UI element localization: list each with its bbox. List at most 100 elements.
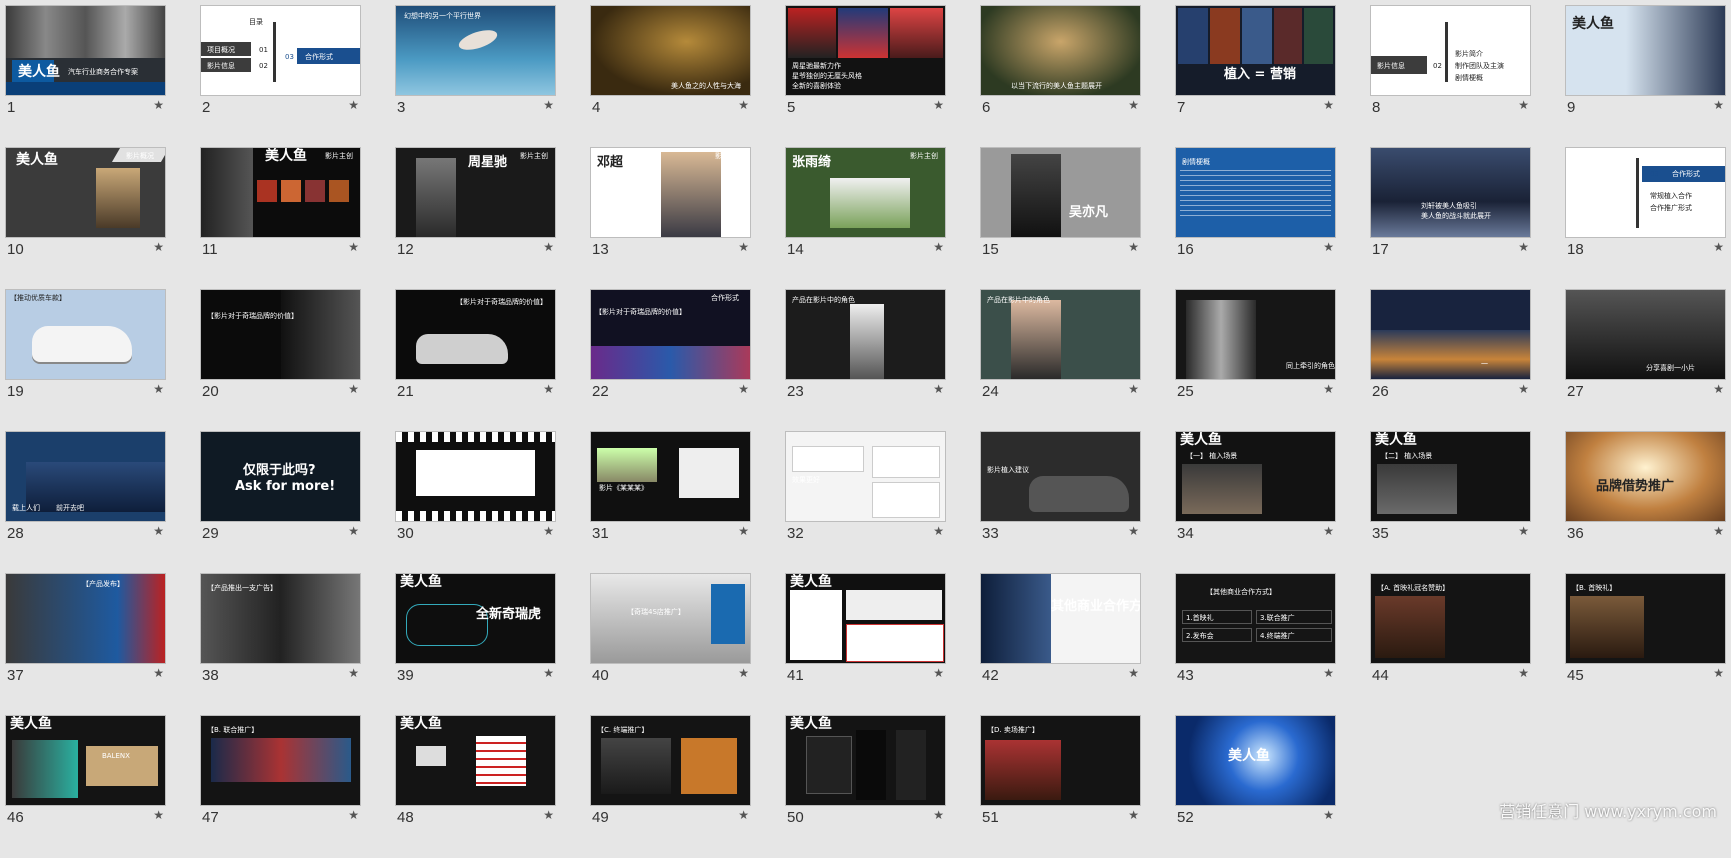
slide-thumbnail[interactable]: 【B. 首映礼】: [1566, 574, 1725, 663]
star-icon[interactable]: ★: [1518, 524, 1529, 538]
star-icon[interactable]: ★: [1323, 382, 1334, 396]
slide-thumbnail[interactable]: 刘轩被美人鱼吸引 美人鱼的战斗就此展开: [1371, 148, 1530, 237]
star-icon[interactable]: ★: [543, 382, 554, 396]
slide-thumbnail[interactable]: 【影片对于奇瑞品牌的价值】 合作形式: [591, 290, 750, 379]
slide-thumbnail[interactable]: 周星驰 影片主创: [396, 148, 555, 237]
star-icon[interactable]: ★: [543, 666, 554, 680]
slide-thumbnail[interactable]: 03 合作形式 常规植入合作 合作推广形式: [1566, 148, 1725, 237]
slide-thumbnail[interactable]: 【其他商业合作方式】 1.首映礼 2.发布会 3.联合推广 4.终端推广: [1176, 574, 1335, 663]
star-icon[interactable]: ★: [1713, 382, 1724, 396]
slide-thumbnail[interactable]: 幻想中的另一个平行世界: [396, 6, 555, 95]
slide-thumbnail[interactable]: 【产品推出一支广告】: [201, 574, 360, 663]
star-icon[interactable]: ★: [348, 98, 359, 112]
slide-thumbnail[interactable]: 产品在影片中的角色: [786, 290, 945, 379]
slide-thumbnail[interactable]: 美人鱼 【二】 植入场景: [1371, 432, 1530, 521]
star-icon[interactable]: ★: [738, 240, 749, 254]
star-icon[interactable]: ★: [738, 666, 749, 680]
star-icon[interactable]: ★: [1323, 524, 1334, 538]
star-icon[interactable]: ★: [348, 808, 359, 822]
slide-thumbnail[interactable]: 影片信息 02 影片简介 制作团队及主演 剧情梗概: [1371, 6, 1530, 95]
slide-thumbnail[interactable]: 【奇瑞4S店推广】: [591, 574, 750, 663]
star-icon[interactable]: ★: [933, 98, 944, 112]
slide-thumbnail[interactable]: 【B. 联合推广】: [201, 716, 360, 805]
slide-thumbnail[interactable]: 【A. 首映礼冠名赞助】: [1371, 574, 1530, 663]
star-icon[interactable]: ★: [153, 240, 164, 254]
slide-thumbnail[interactable]: 目录 项目概况 01 影片信息 02 03 合作形式: [201, 6, 360, 95]
slide-thumbnail[interactable]: 周星驰最新力作 星爷独创的无厘头风格 全新的喜剧体验: [786, 6, 945, 95]
star-icon[interactable]: ★: [348, 666, 359, 680]
star-icon[interactable]: ★: [153, 382, 164, 396]
star-icon[interactable]: ★: [348, 524, 359, 538]
star-icon[interactable]: ★: [348, 382, 359, 396]
star-icon[interactable]: ★: [933, 382, 944, 396]
star-icon[interactable]: ★: [1713, 666, 1724, 680]
star-icon[interactable]: ★: [1713, 98, 1724, 112]
slide-thumbnail[interactable]: 载上人们 前开去吧: [6, 432, 165, 521]
slide-thumbnail[interactable]: 分享喜剧一小片: [1566, 290, 1725, 379]
slide-thumbnail[interactable]: 张雨绮 影片主创: [786, 148, 945, 237]
slide-thumbnail[interactable]: 仅限于此吗? Ask for more!: [201, 432, 360, 521]
slide-thumbnail[interactable]: 【影片对于奇瑞品牌的价值】: [396, 290, 555, 379]
star-icon[interactable]: ★: [738, 382, 749, 396]
star-icon[interactable]: ★: [1713, 240, 1724, 254]
star-icon[interactable]: ★: [1128, 382, 1139, 396]
star-icon[interactable]: ★: [1323, 808, 1334, 822]
star-icon[interactable]: ★: [933, 240, 944, 254]
slide-thumbnail[interactable]: 效果更好: [786, 432, 945, 521]
star-icon[interactable]: ★: [1323, 98, 1334, 112]
slide-thumbnail[interactable]: 同上牵引的角色: [1176, 290, 1335, 379]
star-icon[interactable]: ★: [738, 808, 749, 822]
star-icon[interactable]: ★: [153, 524, 164, 538]
slide-thumbnail[interactable]: 美人鱼 全新奇瑞虎: [396, 574, 555, 663]
star-icon[interactable]: ★: [1128, 808, 1139, 822]
slide-thumbnail[interactable]: 【推动优质车款】: [6, 290, 165, 379]
star-icon[interactable]: ★: [1713, 524, 1724, 538]
slide-thumbnail[interactable]: 邓超 影片主创: [591, 148, 750, 237]
star-icon[interactable]: ★: [1518, 666, 1529, 680]
slide-thumbnail[interactable]: 电影植入式广告: [396, 432, 555, 521]
slide-thumbnail[interactable]: 美人鱼: [786, 716, 945, 805]
slide-thumbnail[interactable]: 美人鱼 汽车行业商务合作专案: [6, 6, 165, 95]
slide-thumbnail[interactable]: 美人鱼之的人性与大海: [591, 6, 750, 95]
star-icon[interactable]: ★: [1128, 666, 1139, 680]
star-icon[interactable]: ★: [543, 524, 554, 538]
slide-thumbnail[interactable]: 品牌借势推广: [1566, 432, 1725, 521]
slide-thumbnail[interactable]: 美人鱼 影片概况: [6, 148, 165, 237]
slide-thumbnail[interactable]: 【产品发布】: [6, 574, 165, 663]
star-icon[interactable]: ★: [933, 808, 944, 822]
star-icon[interactable]: ★: [1518, 382, 1529, 396]
slide-thumbnail[interactable]: 美人鱼: [1566, 6, 1725, 95]
slide-thumbnail[interactable]: 美人鱼 影片主创: [201, 148, 360, 237]
star-icon[interactable]: ★: [543, 808, 554, 822]
slide-thumbnail[interactable]: 美人鱼: [396, 716, 555, 805]
slide-thumbnail[interactable]: 【影片对于奇瑞品牌的价值】: [201, 290, 360, 379]
star-icon[interactable]: ★: [153, 666, 164, 680]
star-icon[interactable]: ★: [1518, 240, 1529, 254]
slide-thumbnail[interactable]: 剧情梗概: [1176, 148, 1335, 237]
slide-thumbnail[interactable]: 一: [1371, 290, 1530, 379]
slide-thumbnail[interactable]: 吴亦凡: [981, 148, 1140, 237]
star-icon[interactable]: ★: [933, 666, 944, 680]
slide-thumbnail[interactable]: 美人鱼: [1176, 716, 1335, 805]
slide-thumbnail[interactable]: 【D. 卖场推广】: [981, 716, 1140, 805]
star-icon[interactable]: ★: [1128, 98, 1139, 112]
slide-thumbnail[interactable]: 其他商业合作方式: [981, 574, 1140, 663]
star-icon[interactable]: ★: [738, 524, 749, 538]
star-icon[interactable]: ★: [1323, 240, 1334, 254]
star-icon[interactable]: ★: [153, 808, 164, 822]
slide-thumbnail[interactable]: 【C. 终端推广】: [591, 716, 750, 805]
star-icon[interactable]: ★: [543, 98, 554, 112]
slide-thumbnail[interactable]: 以当下流行的美人鱼主题展开: [981, 6, 1140, 95]
star-icon[interactable]: ★: [1323, 666, 1334, 680]
star-icon[interactable]: ★: [1128, 524, 1139, 538]
slide-thumbnail[interactable]: 影片植入建议: [981, 432, 1140, 521]
star-icon[interactable]: ★: [543, 240, 554, 254]
star-icon[interactable]: ★: [153, 98, 164, 112]
slide-thumbnail[interactable]: 美人鱼: [786, 574, 945, 663]
star-icon[interactable]: ★: [1518, 98, 1529, 112]
star-icon[interactable]: ★: [1128, 240, 1139, 254]
star-icon[interactable]: ★: [738, 98, 749, 112]
slide-thumbnail[interactable]: 植入 = 营销: [1176, 6, 1335, 95]
slide-thumbnail[interactable]: 美人鱼 【一】 植入场景: [1176, 432, 1335, 521]
star-icon[interactable]: ★: [933, 524, 944, 538]
